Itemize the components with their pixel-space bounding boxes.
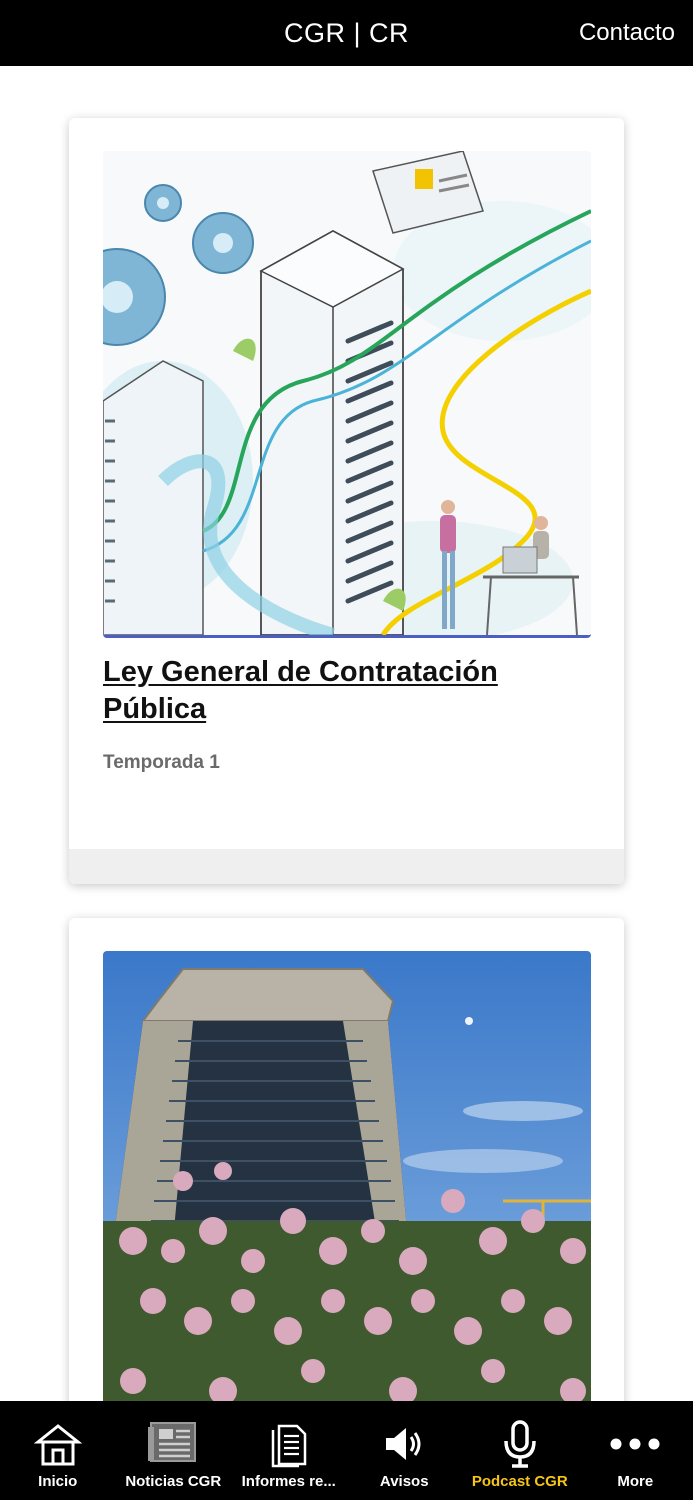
podcast-cover-image[interactable] [103,151,591,638]
top-app-bar: CGR | CR Contacto [0,0,693,66]
tab-label: Noticias CGR [125,1473,222,1490]
tab-avisos[interactable]: Avisos [347,1401,463,1500]
documents-icon [271,1424,306,1468]
podcast-cover-image[interactable] [103,951,591,1401]
more-icon [610,1438,660,1450]
contact-link[interactable]: Contacto [579,0,675,66]
tab-more[interactable]: More [578,1401,693,1500]
tab-label: Informes re... [241,1473,336,1490]
podcast-card[interactable]: Ley General de Contratación Pública Temp… [69,118,624,884]
podcast-card[interactable] [69,918,624,1401]
newspaper-icon [148,1422,197,1462]
bottom-tab-bar: Inicio Noticias CGR Informes re... Aviso… [0,1401,693,1500]
podcast-season-label: Temporada 1 [103,752,220,773]
tab-informes[interactable]: Informes re... [231,1401,347,1500]
podcast-list[interactable]: Ley General de Contratación Pública Temp… [0,66,693,1401]
microphone-icon [504,1420,536,1468]
tab-noticias-cgr[interactable]: Noticias CGR [116,1401,232,1500]
tab-label: Avisos [379,1473,429,1490]
speaker-icon [386,1428,421,1460]
podcast-title-link[interactable]: Ley General de Contratación Pública [103,654,591,728]
home-icon [33,1424,82,1466]
tab-label: Inicio [38,1473,78,1490]
card-footer [69,849,624,884]
tab-podcast-cgr[interactable]: Podcast CGR [462,1401,578,1500]
tab-label: Podcast CGR [471,1473,568,1490]
tab-label: More [617,1473,654,1490]
tab-inicio[interactable]: Inicio [0,1401,116,1500]
